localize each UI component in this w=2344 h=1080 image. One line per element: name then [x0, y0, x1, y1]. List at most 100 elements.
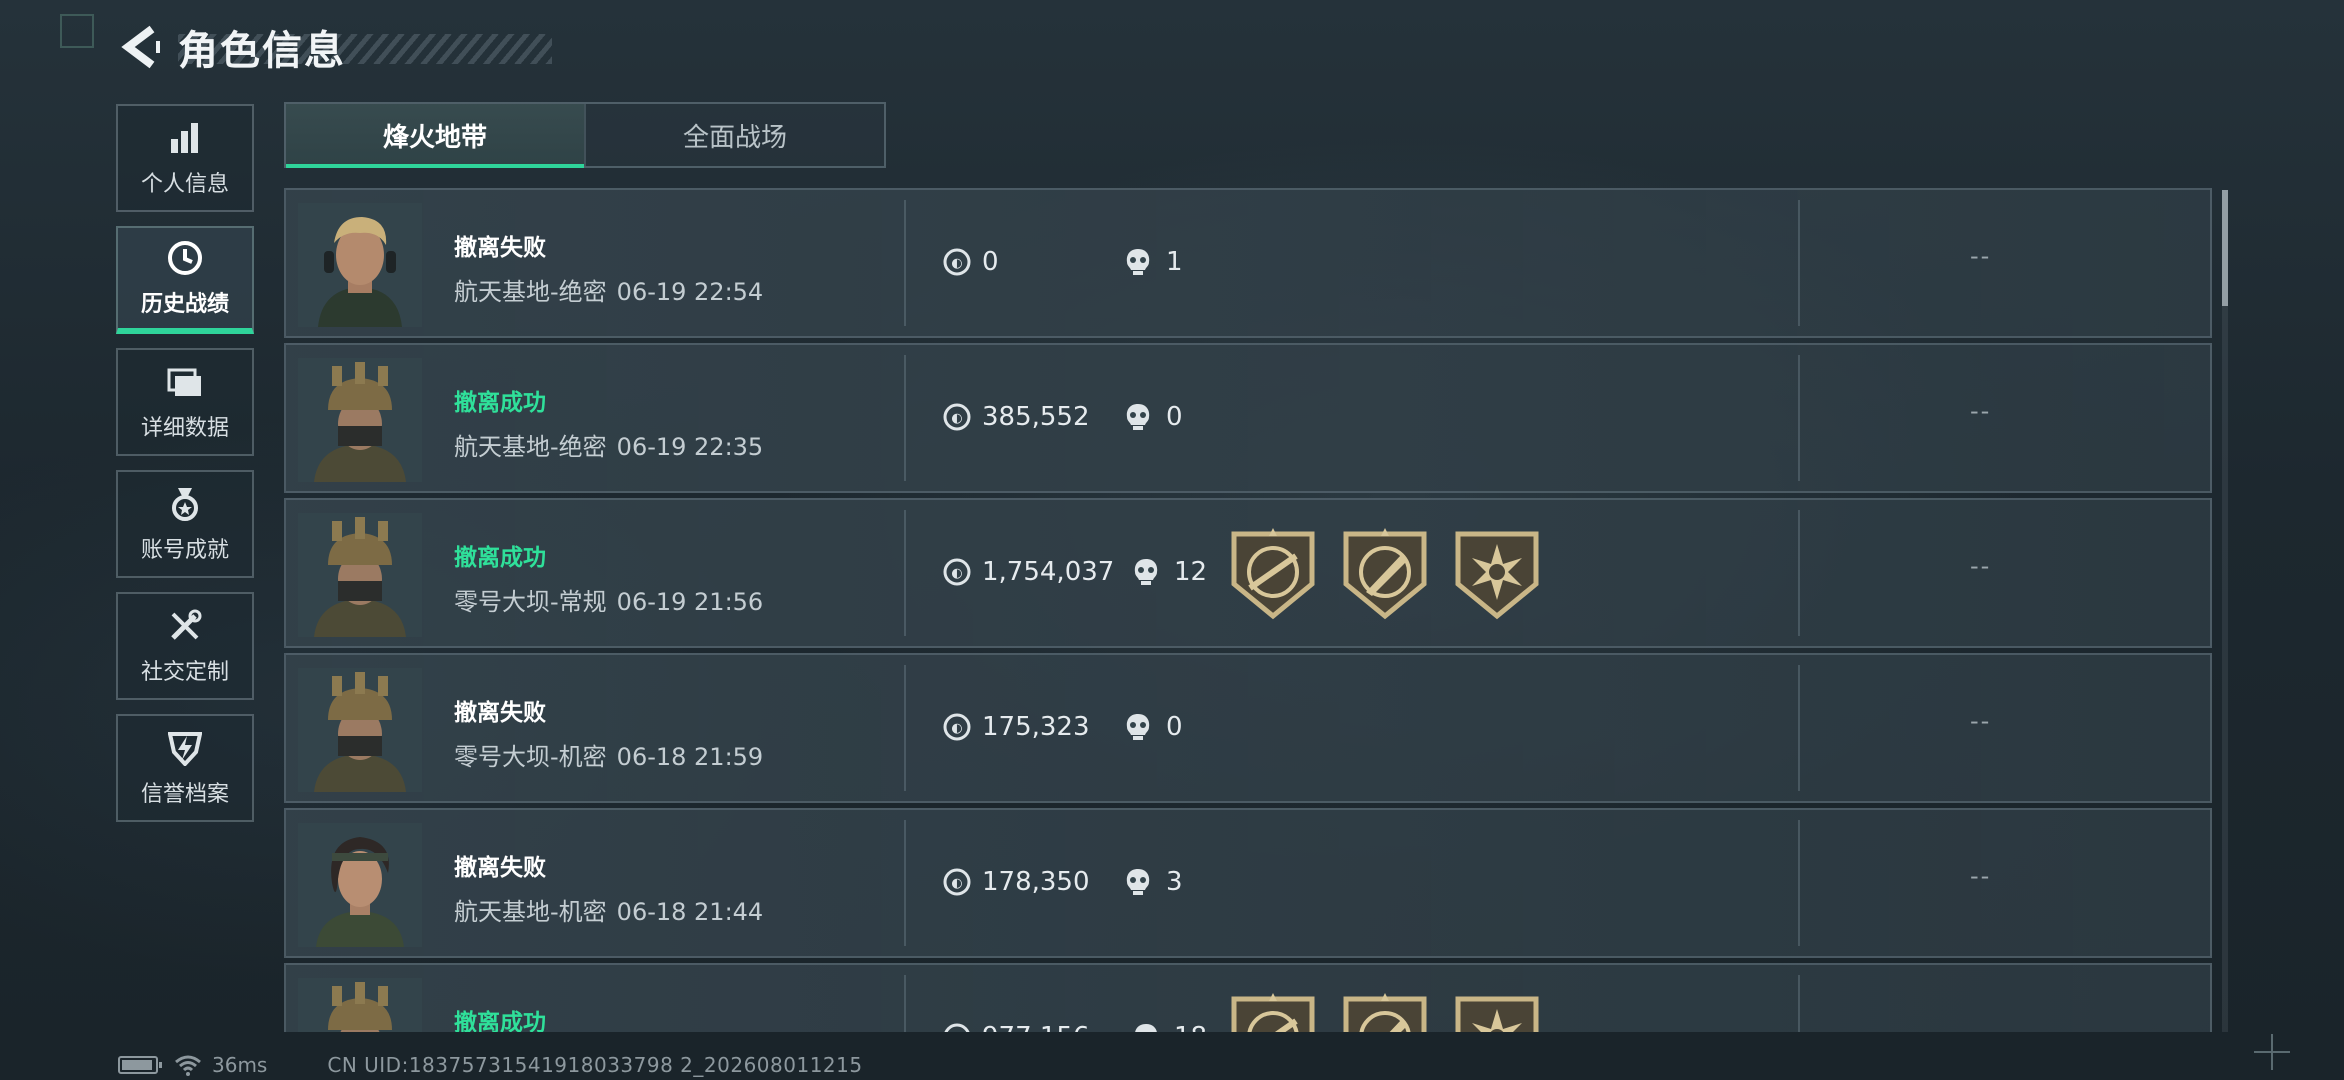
column-divider	[904, 200, 906, 326]
page-header: 角色信息	[118, 22, 552, 74]
coin-icon: ◐	[942, 712, 972, 742]
kill-number: 1	[1166, 247, 1183, 277]
match-detail: 航天基地-绝密 06-19 22:35	[454, 427, 763, 462]
coin-icon: ◐	[942, 402, 972, 432]
match-row[interactable]: 撤离失败 零号大坝-机密 06-18 21:59 ◐ 175,323 0 --	[284, 653, 2212, 803]
knife-medal-icon[interactable]	[1342, 528, 1428, 620]
map-name: 航天基地-绝密	[454, 433, 607, 461]
match-info: 撤离成功	[454, 1003, 546, 1032]
column-divider	[904, 510, 906, 636]
tab-quanmian[interactable]: 全面战场	[584, 104, 884, 166]
svg-text:◐: ◐	[951, 411, 962, 426]
extra-placeholder: --	[1970, 397, 1992, 425]
extraction-status: 撤离成功	[454, 390, 546, 416]
column-divider	[1798, 200, 1800, 326]
user-uid: CN UID:18375731541918033798 2_2026080112…	[327, 1053, 863, 1077]
back-button[interactable]	[118, 22, 162, 72]
scrollbar-track[interactable]	[2222, 190, 2228, 1032]
svg-text:◐: ◐	[951, 566, 962, 581]
column-divider	[1798, 820, 1800, 946]
match-detail: 零号大坝-机密 06-18 21:59	[454, 737, 763, 772]
status-bar: 36ms CN UID:18375731541918033798 2_20260…	[118, 1052, 863, 1078]
match-row[interactable]: 撤离成功 ◐ 977,156 18	[284, 963, 2212, 1032]
sidebar-item-personal-info[interactable]: 个人信息	[116, 104, 254, 212]
star-burst-medal-icon[interactable]	[1454, 993, 1540, 1032]
kill-count: 1	[1124, 242, 1183, 282]
kill-count: 0	[1124, 707, 1183, 747]
extraction-status: 撤离成功	[454, 1010, 546, 1032]
column-divider	[904, 355, 906, 481]
loot-amount: 175,323	[982, 712, 1090, 742]
match-info: 撤离成功 航天基地-绝密 06-19 22:35	[454, 383, 763, 462]
match-detail: 航天基地-机密 06-18 21:44	[454, 892, 763, 927]
rifle-medal-icon[interactable]	[1230, 993, 1316, 1032]
column-divider	[1798, 355, 1800, 481]
sidebar-item-achievements[interactable]: 账号成就	[116, 470, 254, 578]
sidebar-item-detail-data[interactable]: 详细数据	[116, 348, 254, 456]
kill-count: 0	[1124, 397, 1183, 437]
extraction-status: 撤离失败	[454, 700, 546, 726]
sidebar-nav: 个人信息 历史战绩 详细数据 账号成就 社交定制 信誉档案	[116, 104, 254, 836]
extra-placeholder: --	[1970, 707, 1992, 735]
knife-medal-icon[interactable]	[1342, 993, 1428, 1032]
sidebar-item-label: 个人信息	[140, 172, 229, 197]
kill-number: 0	[1166, 402, 1183, 432]
loot-value: ◐ 977,156	[942, 1017, 1090, 1032]
loot-amount: 1,754,037	[982, 557, 1115, 587]
operator-avatar	[298, 358, 422, 482]
skull-icon	[1132, 1022, 1162, 1032]
coin-icon: ◐	[942, 247, 972, 277]
skull-icon	[1124, 402, 1154, 432]
loot-value: ◐ 175,323	[942, 707, 1090, 747]
loot-amount: 385,552	[982, 402, 1090, 432]
column-divider	[904, 975, 906, 1032]
match-time: 06-18 21:59	[616, 743, 764, 771]
operator-avatar	[298, 513, 422, 637]
svg-text:◐: ◐	[951, 876, 962, 891]
extra-placeholder: --	[1970, 552, 1992, 580]
medal-list	[1230, 993, 1540, 1032]
kill-count: 12	[1132, 552, 1207, 592]
match-row[interactable]: 撤离成功 航天基地-绝密 06-19 22:35 ◐ 385,552 0 --	[284, 343, 2212, 493]
loot-amount: 0	[982, 247, 999, 277]
extraction-status: 撤离成功	[454, 545, 546, 571]
loot-value: ◐ 385,552	[942, 397, 1090, 437]
svg-text:◐: ◐	[951, 721, 962, 736]
rifle-medal-icon[interactable]	[1230, 528, 1316, 620]
operator-avatar	[298, 668, 422, 792]
match-time: 06-19 21:56	[616, 588, 764, 616]
corner-frame-mark	[60, 14, 94, 48]
kill-number: 0	[1166, 712, 1183, 742]
loot-value: ◐ 1,754,037	[942, 552, 1114, 592]
sidebar-item-reputation[interactable]: 信誉档案	[116, 714, 254, 822]
operator-avatar	[298, 978, 422, 1032]
medal-list	[1230, 528, 1540, 620]
tab-fenghuo[interactable]: 烽火地带	[286, 104, 584, 168]
match-row[interactable]: 撤离失败 航天基地-绝密 06-19 22:54 ◐ 0 1 --	[284, 188, 2212, 338]
column-divider	[1798, 975, 1800, 1032]
match-info: 撤离失败 航天基地-绝密 06-19 22:54	[454, 228, 763, 307]
kill-number: 3	[1166, 867, 1183, 897]
sidebar-item-label: 详细数据	[140, 416, 229, 441]
match-time: 06-19 22:54	[616, 278, 764, 306]
crosshair-icon	[2254, 1034, 2290, 1070]
page-title: 角色信息	[178, 28, 346, 74]
extraction-status: 撤离失败	[454, 855, 546, 881]
tools-icon	[165, 606, 205, 646]
match-row[interactable]: 撤离成功 零号大坝-常规 06-19 21:56 ◐ 1,754,037 12 -…	[284, 498, 2212, 648]
sidebar-item-label: 社交定制	[140, 660, 229, 685]
skull-icon	[1124, 867, 1154, 897]
sidebar-item-history[interactable]: 历史战绩	[116, 226, 254, 334]
folder-icon	[165, 362, 205, 402]
star-burst-medal-icon[interactable]	[1454, 528, 1540, 620]
column-divider	[904, 820, 906, 946]
clock-icon	[165, 238, 205, 278]
match-row[interactable]: 撤离失败 航天基地-机密 06-18 21:44 ◐ 178,350 3 --	[284, 808, 2212, 958]
battery-icon	[118, 1056, 162, 1074]
scrollbar-thumb[interactable]	[2222, 190, 2228, 306]
extraction-status: 撤离失败	[454, 235, 546, 261]
svg-text:◐: ◐	[951, 256, 962, 271]
sidebar-item-social[interactable]: 社交定制	[116, 592, 254, 700]
skull-icon	[1132, 557, 1162, 587]
bar-chart-icon	[165, 118, 205, 158]
